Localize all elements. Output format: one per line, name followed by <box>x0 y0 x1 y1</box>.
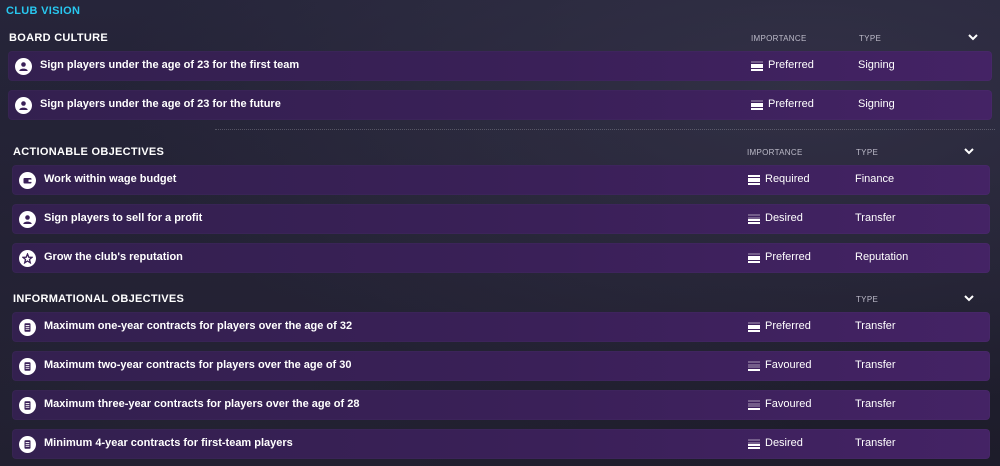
importance-bar <box>748 260 760 263</box>
objective-text: Sign players under the age of 23 for the… <box>40 98 281 110</box>
importance-icon <box>748 322 760 332</box>
objective-text: Maximum three-year contracts for players… <box>44 398 360 410</box>
importance-value: Preferred <box>768 98 814 110</box>
importance-bar <box>751 68 763 71</box>
importance-value: Preferred <box>765 251 811 263</box>
type-value: Transfer <box>855 359 896 371</box>
importance-header: IMPORTANCE <box>747 148 803 157</box>
importance-icon <box>751 100 763 110</box>
importance-icon <box>751 61 763 71</box>
board-culture-section: BOARD CULTURE IMPORTANCE TYPE <box>0 27 1000 51</box>
document-icon <box>19 358 36 375</box>
board-culture-header: BOARD CULTURE IMPORTANCE TYPE <box>0 27 1000 51</box>
list-item[interactable]: Work within wage budget Required Finance <box>12 165 990 195</box>
section-title: INFORMATIONAL OBJECTIVES <box>13 293 185 305</box>
importance-icon <box>748 439 760 449</box>
type-value: Finance <box>855 173 895 185</box>
type-value: Transfer <box>855 212 896 224</box>
objective-text: Maximum two-year contracts for players o… <box>44 359 352 371</box>
person-icon <box>15 97 32 114</box>
type-value: Signing <box>858 59 895 71</box>
list-item[interactable]: Sign players to sell for a profit Desire… <box>12 204 990 234</box>
importance-bar <box>751 107 763 110</box>
type-value: Reputation <box>855 251 909 263</box>
collapse-chevron-icon[interactable] <box>962 291 976 305</box>
document-icon <box>19 397 36 414</box>
actionable-header: ACTIONABLE OBJECTIVES IMPORTANCE TYPE <box>0 141 1000 165</box>
type-header: TYPE <box>859 34 882 43</box>
list-item[interactable]: Maximum two-year contracts for players o… <box>12 351 990 381</box>
informational-header: INFORMATIONAL OBJECTIVES TYPE <box>0 288 1000 312</box>
list-item[interactable]: Minimum 4-year contracts for first-team … <box>12 429 990 459</box>
importance-icon <box>748 175 760 185</box>
person-icon <box>19 211 36 228</box>
type-value: Transfer <box>855 398 896 410</box>
section-title: BOARD CULTURE <box>9 32 109 44</box>
importance-value: Desired <box>765 437 803 449</box>
importance-bar <box>748 329 760 332</box>
divider <box>215 129 995 130</box>
list-item[interactable]: Maximum one-year contracts for players o… <box>12 312 990 342</box>
objective-text: Work within wage budget <box>44 173 177 185</box>
objective-text: Maximum one-year contracts for players o… <box>44 320 353 332</box>
person-icon <box>15 58 32 75</box>
list-item[interactable]: Maximum three-year contracts for players… <box>12 390 990 420</box>
section-title: ACTIONABLE OBJECTIVES <box>13 146 165 158</box>
objective-text: Grow the club's reputation <box>44 251 183 263</box>
actionable-objectives-section: ACTIONABLE OBJECTIVES IMPORTANCE TYPE <box>0 141 1000 165</box>
objective-text: Sign players to sell for a profit <box>44 212 203 224</box>
collapse-chevron-icon[interactable] <box>966 30 980 44</box>
importance-icon <box>748 253 760 263</box>
importance-value: Favoured <box>765 359 812 371</box>
wallet-icon <box>19 172 36 189</box>
objective-text: Minimum 4-year contracts for first-team … <box>44 437 293 449</box>
importance-icon <box>748 400 760 410</box>
type-value: Transfer <box>855 437 896 449</box>
list-item[interactable]: Sign players under the age of 23 for the… <box>8 90 992 120</box>
informational-objectives-section: INFORMATIONAL OBJECTIVES TYPE <box>0 288 1000 312</box>
importance-bar <box>748 446 760 449</box>
objective-text: Sign players under the age of 23 for the… <box>40 59 300 71</box>
list-item[interactable]: Sign players under the age of 23 for the… <box>8 51 992 81</box>
type-header: TYPE <box>856 148 879 157</box>
type-header: TYPE <box>856 295 879 304</box>
importance-value: Preferred <box>765 320 811 332</box>
document-icon <box>19 319 36 336</box>
importance-value: Required <box>765 173 810 185</box>
importance-value: Favoured <box>765 398 812 410</box>
list-item[interactable]: Grow the club's reputation Preferred Rep… <box>12 243 990 273</box>
document-icon <box>19 436 36 453</box>
importance-bar <box>748 368 760 371</box>
star-icon <box>19 250 36 267</box>
importance-header: IMPORTANCE <box>751 34 807 43</box>
page-title: CLUB VISION <box>6 5 81 17</box>
importance-bar <box>748 221 760 224</box>
type-value: Transfer <box>855 320 896 332</box>
importance-bar <box>748 182 760 185</box>
importance-value: Preferred <box>768 59 814 71</box>
collapse-chevron-icon[interactable] <box>962 144 976 158</box>
type-value: Signing <box>858 98 895 110</box>
importance-value: Desired <box>765 212 803 224</box>
importance-bar <box>748 407 760 410</box>
importance-icon <box>748 214 760 224</box>
importance-icon <box>748 361 760 371</box>
